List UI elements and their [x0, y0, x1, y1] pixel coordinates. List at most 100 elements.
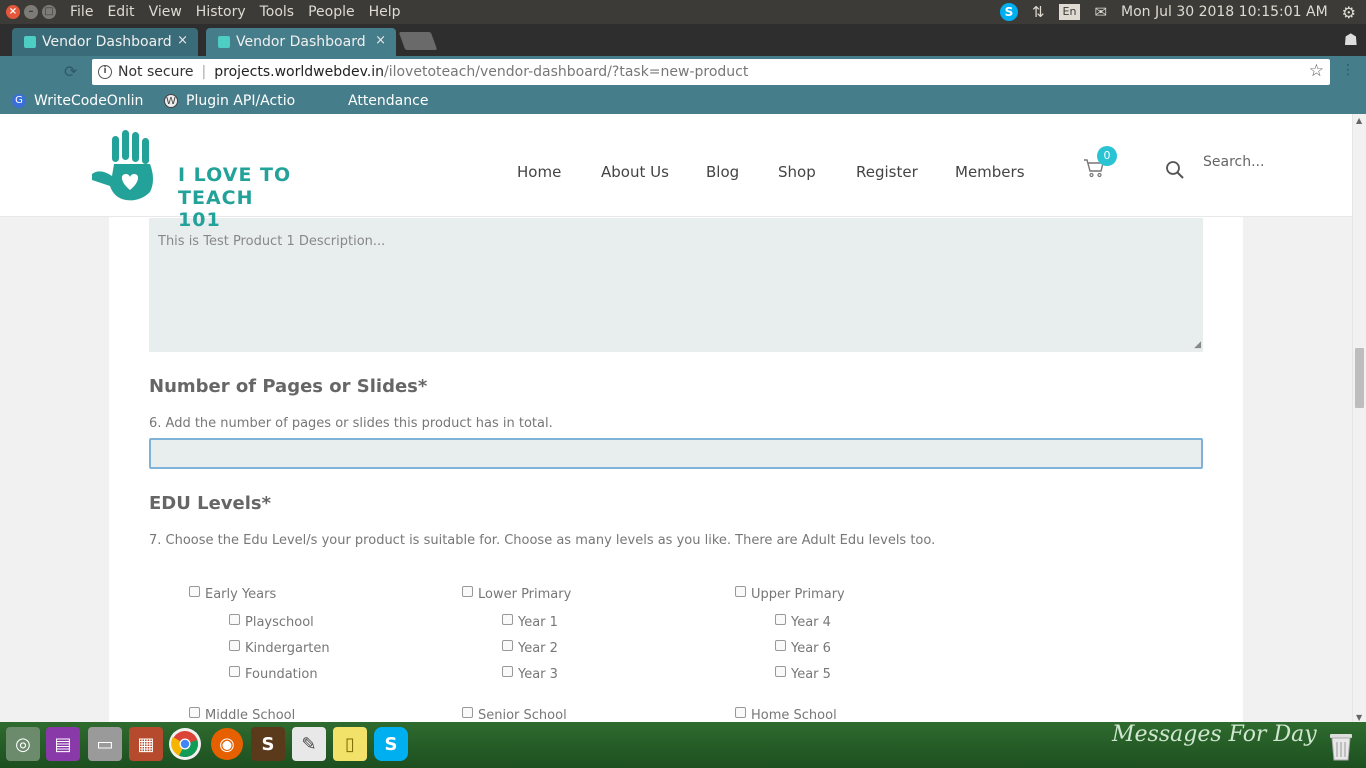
browser-menu-icon[interactable]: ⋮	[1341, 62, 1356, 78]
menu-history[interactable]: History	[196, 4, 246, 20]
new-tab-button[interactable]	[398, 32, 438, 50]
checkbox-box[interactable]	[189, 707, 200, 718]
network-arrows-icon[interactable]: ⇅	[1032, 3, 1045, 21]
search-input[interactable]: Search...	[1203, 154, 1264, 170]
cart-count-badge[interactable]: 0	[1097, 146, 1117, 166]
window-minimize-button[interactable]: –	[24, 5, 38, 19]
nav-register[interactable]: Register	[856, 163, 918, 181]
nav-about-us[interactable]: About Us	[601, 163, 669, 181]
bookmark-plugin-api[interactable]: W Plugin API/Actio	[164, 93, 304, 109]
page-scrollbar[interactable]: ▲ ▼	[1352, 114, 1366, 722]
checkbox-box[interactable]	[229, 614, 240, 625]
ubuntu-dash-icon[interactable]: ◎	[6, 727, 40, 761]
bookmark-attendance[interactable]: Attendance	[326, 93, 466, 109]
file-manager-icon[interactable]: ▭	[88, 727, 122, 761]
checkbox-box[interactable]	[735, 707, 746, 718]
checkbox-year-5[interactable]: Year 5	[775, 666, 831, 682]
browser-toolbar: ⟳ i Not secure | projects.worldwebdev.in…	[0, 56, 1366, 88]
checkbox-box[interactable]	[462, 707, 473, 718]
menu-view[interactable]: View	[149, 4, 182, 20]
skype-icon[interactable]: S	[374, 727, 408, 761]
menu-help[interactable]: Help	[369, 4, 401, 20]
scroll-down-arrow-icon[interactable]: ▼	[1356, 713, 1362, 722]
address-bar[interactable]: i Not secure | projects.worldwebdev.in /…	[92, 59, 1330, 85]
screenshot-tool-icon[interactable]: ▦	[129, 727, 163, 761]
checkbox-box[interactable]	[462, 586, 473, 597]
tab-close-icon[interactable]: ×	[375, 33, 386, 48]
checkbox-box[interactable]	[775, 666, 786, 677]
keyboard-language-indicator[interactable]: En	[1058, 4, 1081, 20]
bookmark-favicon-icon: G	[12, 94, 26, 108]
window-close-button[interactable]: ×	[6, 5, 20, 19]
checkbox-label: Middle School	[205, 708, 296, 722]
nav-shop[interactable]: Shop	[778, 163, 816, 181]
scroll-up-arrow-icon[interactable]: ▲	[1356, 116, 1362, 125]
checkbox-box[interactable]	[502, 666, 513, 677]
url-host[interactable]: projects.worldwebdev.in	[214, 64, 384, 80]
menu-people[interactable]: People	[308, 4, 355, 20]
checkbox-playschool[interactable]: Playschool	[229, 614, 314, 630]
checkbox-year-2[interactable]: Year 2	[502, 640, 558, 656]
checkbox-early-years[interactable]: Early Years	[189, 586, 276, 602]
checkbox-foundation[interactable]: Foundation	[229, 666, 318, 682]
text-editor-icon[interactable]: ✎	[292, 727, 326, 761]
checkbox-kindergarten[interactable]: Kindergarten	[229, 640, 330, 656]
edu-help-text: 7. Choose the Edu Level/s your product i…	[149, 533, 936, 548]
checkbox-box[interactable]	[229, 666, 240, 677]
trash-icon[interactable]	[1326, 728, 1356, 762]
sublime-text-icon[interactable]: S	[251, 727, 285, 761]
tab-title: Vendor Dashboard	[236, 34, 366, 50]
incognito-profile-icon[interactable]: ☗	[1344, 30, 1358, 49]
checkbox-label: Year 5	[791, 667, 831, 682]
sticky-notes-icon[interactable]: ▯	[333, 727, 367, 761]
workspace-switcher-icon[interactable]: ▤	[46, 727, 80, 761]
site-logo[interactable]: I LOVE TO TEACH 101	[90, 130, 300, 231]
clock[interactable]: Mon Jul 30 2018 10:15:01 AM	[1121, 4, 1328, 20]
checkbox-box[interactable]	[735, 586, 746, 597]
nav-members[interactable]: Members	[955, 163, 1025, 181]
bookmark-label: Attendance	[348, 93, 429, 109]
checkbox-home-school[interactable]: Home School	[735, 707, 837, 722]
checkbox-year-3[interactable]: Year 3	[502, 666, 558, 682]
firefox-icon[interactable]: ◉	[211, 728, 243, 760]
checkbox-middle-school[interactable]: Middle School	[189, 707, 296, 722]
checkbox-year-4[interactable]: Year 4	[775, 614, 831, 630]
checkbox-lower-primary[interactable]: Lower Primary	[462, 586, 571, 602]
checkbox-box[interactable]	[229, 640, 240, 651]
scrollbar-thumb[interactable]	[1355, 348, 1364, 408]
description-textarea[interactable]: This is Test Product 1 Description... ◢	[149, 218, 1203, 352]
security-label[interactable]: Not secure	[118, 64, 194, 80]
checkbox-box[interactable]	[775, 614, 786, 625]
nav-home[interactable]: Home	[517, 163, 561, 181]
info-icon[interactable]: i	[98, 65, 112, 79]
chrome-icon[interactable]	[169, 728, 201, 760]
settings-gear-icon[interactable]: ⚙	[1342, 3, 1356, 22]
checkbox-senior-school[interactable]: Senior School	[462, 707, 567, 722]
skype-tray-icon[interactable]: S	[999, 3, 1018, 21]
checkbox-upper-primary[interactable]: Upper Primary	[735, 586, 845, 602]
checkbox-box[interactable]	[775, 640, 786, 651]
url-path[interactable]: /ilovetoteach/vendor-dashboard/?task=new…	[384, 64, 748, 80]
nav-blog[interactable]: Blog	[706, 163, 739, 181]
search-icon[interactable]	[1165, 160, 1185, 180]
checkbox-year-6[interactable]: Year 6	[775, 640, 831, 656]
bookmark-star-icon[interactable]: ☆	[1309, 61, 1324, 81]
pages-input[interactable]	[149, 438, 1203, 469]
browser-tab[interactable]: Vendor Dashboard ×	[12, 28, 198, 56]
menu-edit[interactable]: Edit	[107, 4, 134, 20]
checkbox-box[interactable]	[502, 640, 513, 651]
checkbox-label: Senior School	[478, 708, 567, 722]
browser-tab-active[interactable]: Vendor Dashboard ×	[206, 28, 396, 56]
resize-handle-icon[interactable]: ◢	[1194, 340, 1201, 350]
checkbox-box[interactable]	[502, 614, 513, 625]
checkbox-year-1[interactable]: Year 1	[502, 614, 558, 630]
tab-close-icon[interactable]: ×	[177, 33, 188, 48]
menu-file[interactable]: File	[70, 4, 93, 20]
reload-icon[interactable]: ⟳	[64, 62, 77, 81]
checkbox-box[interactable]	[189, 586, 200, 597]
menu-tools[interactable]: Tools	[260, 4, 295, 20]
window-maximize-button[interactable]: □	[42, 5, 56, 19]
bookmark-writecodeonline[interactable]: G WriteCodeOnlin	[12, 93, 152, 109]
checkbox-label: Foundation	[245, 667, 318, 682]
mail-icon[interactable]: ✉	[1094, 3, 1107, 21]
